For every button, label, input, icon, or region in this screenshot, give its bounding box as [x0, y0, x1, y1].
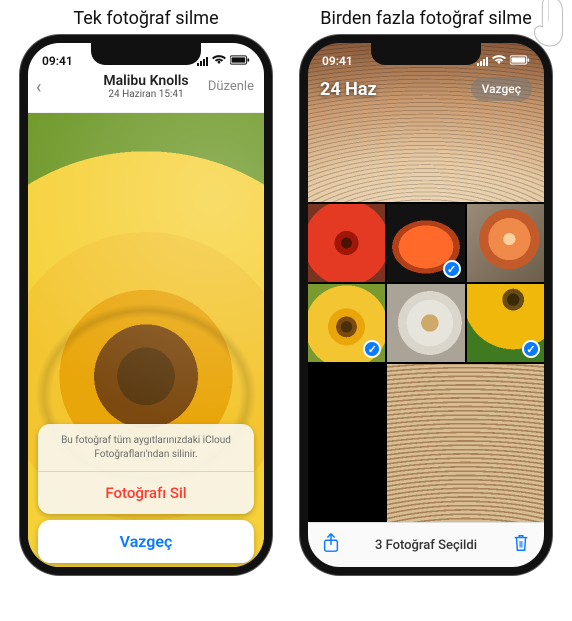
- notch: [91, 43, 201, 65]
- thumb-mushroom-large[interactable]: [387, 364, 544, 522]
- thumb-plate[interactable]: [387, 284, 464, 362]
- back-chevron-icon[interactable]: ‹: [36, 77, 41, 98]
- photo-grid: ✓ ✓ ✓: [308, 202, 544, 522]
- action-sheet-message: Bu fotoğraf tüm aygıtlarınızdaki iCloud …: [38, 424, 254, 471]
- wifi-icon: [492, 54, 506, 68]
- thumb-papaya[interactable]: ✓: [387, 204, 464, 282]
- album-date-heading: 24 Haz: [320, 79, 377, 100]
- battery-icon: [230, 54, 250, 68]
- caption-multi-delete: Birden fazla fotoğraf silme: [320, 4, 531, 35]
- phone-multi-delete: 09:41 24 Haz Vazgeç: [300, 35, 552, 575]
- thumb-sunflower[interactable]: ✓: [467, 284, 544, 362]
- cancel-button[interactable]: Vazgeç: [38, 520, 254, 563]
- delete-action-sheet: Bu fotoğraf tüm aygıtlarınızdaki iCloud …: [38, 424, 254, 514]
- thumb-grapefruit[interactable]: [467, 204, 544, 282]
- notch: [371, 43, 481, 65]
- selected-check-icon: ✓: [522, 340, 540, 358]
- selected-check-icon: ✓: [363, 340, 381, 358]
- trash-icon[interactable]: [512, 533, 530, 557]
- edit-button[interactable]: Düzenle: [208, 79, 254, 94]
- phone-single-delete: 09:41 ‹ Malibu Knolls 24 Haziran 15:41: [20, 35, 272, 575]
- delete-photo-button[interactable]: Fotoğrafı Sil: [38, 471, 254, 514]
- status-time: 09:41: [42, 54, 73, 68]
- status-time: 09:41: [322, 54, 353, 68]
- battery-icon: [510, 54, 530, 68]
- bottom-toolbar: 3 Fotoğraf Seçildi: [308, 522, 544, 567]
- selected-check-icon: ✓: [443, 260, 461, 278]
- thumb-zinnia[interactable]: [308, 204, 385, 282]
- caption-single-delete: Tek fotoğraf silme: [73, 4, 218, 35]
- share-icon[interactable]: [322, 533, 340, 557]
- wifi-icon: [212, 54, 226, 68]
- cancel-selection-button[interactable]: Vazgeç: [471, 77, 532, 101]
- thumb-yellow-flower[interactable]: ✓: [308, 284, 385, 362]
- selection-count-label: 3 Fotoğraf Seçildi: [375, 538, 477, 553]
